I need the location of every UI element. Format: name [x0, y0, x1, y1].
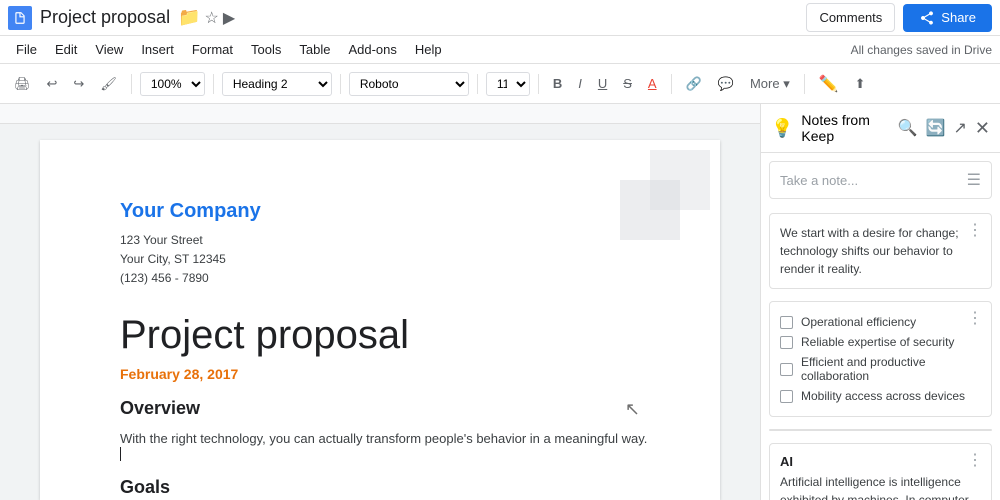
keep-input-placeholder: Take a note... — [780, 173, 858, 188]
checkbox-3[interactable] — [780, 390, 793, 403]
address-line2: Your City, ST 12345 — [120, 250, 648, 269]
menu-file[interactable]: File — [8, 38, 45, 61]
strikethrough-btn[interactable]: S — [617, 72, 638, 95]
keep-title: Notes from Keep — [801, 112, 889, 144]
title-icons: 📁 ☆ ▶ — [178, 7, 235, 28]
document-area[interactable]: Your Company 123 Your Street Your City, … — [0, 124, 760, 500]
move-icon[interactable]: ▶ — [223, 8, 235, 28]
main-area: Your Company 123 Your Street Your City, … — [0, 104, 1000, 500]
keep-image-card[interactable]: ⋮ — [769, 429, 992, 431]
star-icon[interactable]: ☆ — [205, 8, 219, 28]
text-cursor — [120, 447, 121, 461]
ruler — [0, 104, 760, 124]
menu-addons[interactable]: Add-ons — [340, 38, 404, 61]
menu-edit[interactable]: Edit — [47, 38, 85, 61]
bold-btn[interactable]: B — [547, 72, 568, 95]
menu-table[interactable]: Table — [291, 38, 338, 61]
app-icon — [8, 6, 32, 30]
italic-btn[interactable]: I — [572, 72, 588, 95]
keep-checklist-menu-icon[interactable]: ⋮ — [967, 308, 983, 328]
divider3 — [340, 74, 341, 94]
document-column: Your Company 123 Your Street Your City, … — [0, 104, 760, 500]
document-main-title[interactable]: Project proposal — [120, 313, 648, 358]
keep-ai-title: AI — [780, 454, 981, 469]
goals-heading[interactable]: Goals — [120, 477, 648, 498]
page-decoration — [600, 140, 720, 260]
keep-refresh-icon[interactable]: 🔄 — [926, 118, 946, 138]
menu-help[interactable]: Help — [407, 38, 450, 61]
paint-format-btn[interactable]: 🖌 — [94, 72, 123, 96]
save-status: All changes saved in Drive — [851, 43, 992, 57]
divider1 — [131, 74, 132, 94]
divider6 — [671, 74, 672, 94]
keep-input-menu-icon[interactable]: ☰ — [967, 170, 981, 190]
keep-card-image — [769, 429, 992, 431]
link-btn[interactable]: 🔗 — [680, 72, 708, 96]
keep-input-area[interactable]: Take a note... ☰ — [769, 161, 992, 199]
comments-button[interactable]: Comments — [806, 3, 895, 32]
checkbox-2[interactable] — [780, 363, 793, 376]
keep-ai-card[interactable]: ⋮ AI Artificial intelligence is intellig… — [769, 443, 992, 500]
divider2 — [213, 74, 214, 94]
document-date[interactable]: February 28, 2017 — [120, 366, 648, 382]
menu-view[interactable]: View — [87, 38, 131, 61]
underline-btn[interactable]: U — [592, 72, 613, 95]
keep-note-1[interactable]: ⋮ We start with a desire for change; tec… — [769, 213, 992, 289]
comment-btn[interactable]: 💬 — [712, 72, 740, 96]
keep-checklist-card[interactable]: ⋮ Operational efficiency Reliable expert… — [769, 301, 992, 417]
company-name: Your Company — [120, 200, 648, 223]
heading-select[interactable]: Heading 2 — [222, 72, 332, 96]
section-up-btn[interactable]: ⬆ — [849, 72, 872, 96]
document-page: Your Company 123 Your Street Your City, … — [40, 140, 720, 500]
keep-ai-text: Artificial intelligence is intelligence … — [780, 473, 981, 500]
checklist-item-2[interactable]: Efficient and productive collaboration — [780, 352, 981, 386]
topbar-right: Comments Share — [806, 3, 992, 32]
address-line3: (123) 456 - 7890 — [120, 269, 648, 288]
divider5 — [538, 74, 539, 94]
zoom-select[interactable]: 100% — [140, 72, 205, 96]
menu-insert[interactable]: Insert — [133, 38, 182, 61]
share-button[interactable]: Share — [903, 4, 992, 32]
keep-logo-icon: 💡 — [771, 118, 793, 139]
font-size-select[interactable]: 11 — [486, 72, 530, 96]
keep-search-icon[interactable]: 🔍 — [898, 118, 918, 138]
keep-close-icon[interactable]: ✕ — [975, 118, 990, 139]
address-line1: 123 Your Street — [120, 231, 648, 250]
checkbox-0[interactable] — [780, 316, 793, 329]
toolbar: 🖨 ↩ ↪ 🖌 100% Heading 2 Roboto 11 B I U S… — [0, 64, 1000, 104]
folder-icon[interactable]: 📁 — [178, 7, 200, 28]
menu-bar: File Edit View Insert Format Tools Table… — [0, 36, 1000, 64]
divider4 — [477, 74, 478, 94]
redo-btn[interactable]: ↪ — [67, 72, 90, 96]
more-btn[interactable]: More ▾ — [744, 72, 796, 96]
checklist-item-3[interactable]: Mobility access across devices — [780, 386, 981, 406]
keep-note1-menu-icon[interactable]: ⋮ — [967, 220, 983, 240]
checklist-item-0[interactable]: Operational efficiency — [780, 312, 981, 332]
keep-open-icon[interactable]: ↗ — [954, 118, 967, 138]
menu-format[interactable]: Format — [184, 38, 241, 61]
document-title[interactable]: Project proposal — [40, 7, 170, 28]
top-bar: Project proposal 📁 ☆ ▶ Comments Share — [0, 0, 1000, 36]
font-select[interactable]: Roboto — [349, 72, 469, 96]
keep-header-icons: 🔍 🔄 ↗ ✕ — [898, 118, 990, 139]
overview-heading[interactable]: Overview — [120, 398, 648, 419]
keep-sidebar: 💡 Notes from Keep 🔍 🔄 ↗ ✕ Take a note...… — [760, 104, 1000, 500]
menu-tools[interactable]: Tools — [243, 38, 289, 61]
overview-body[interactable]: With the right technology, you can actua… — [120, 431, 648, 461]
pencil-btn[interactable]: ✏️ — [813, 70, 845, 98]
font-color-btn[interactable]: A — [642, 72, 663, 95]
keep-header: 💡 Notes from Keep 🔍 🔄 ↗ ✕ — [761, 104, 1000, 153]
divider7 — [804, 74, 805, 94]
print-btn[interactable]: 🖨 — [8, 72, 37, 96]
keep-note1-text: We start with a desire for change; techn… — [780, 224, 981, 278]
checklist-item-1[interactable]: Reliable expertise of security — [780, 332, 981, 352]
keep-ai-menu-icon[interactable]: ⋮ — [967, 450, 983, 470]
address: 123 Your Street Your City, ST 12345 (123… — [120, 231, 648, 289]
checkbox-1[interactable] — [780, 336, 793, 349]
mouse-cursor: ↖ — [625, 399, 640, 420]
undo-btn[interactable]: ↩ — [41, 72, 64, 96]
